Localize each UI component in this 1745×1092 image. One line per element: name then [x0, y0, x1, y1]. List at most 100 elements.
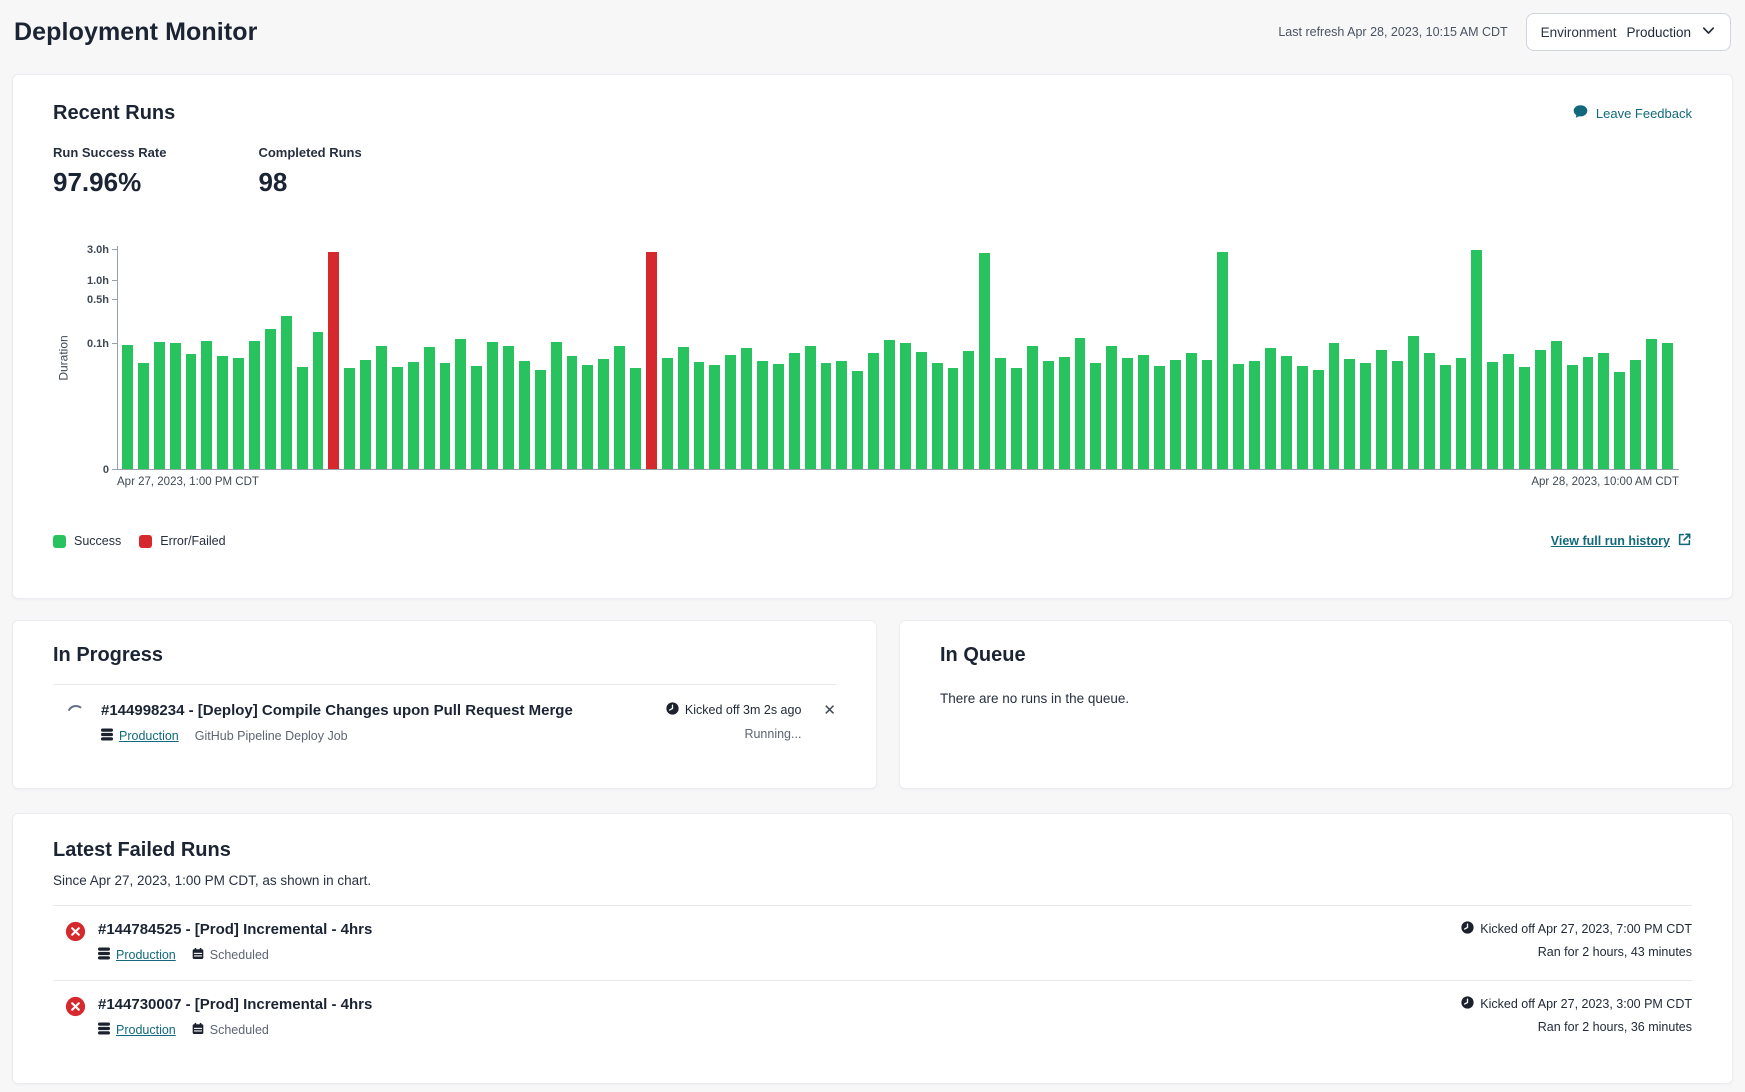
chart-bar-success[interactable]	[455, 339, 466, 469]
chart-bar-success[interactable]	[773, 364, 784, 469]
chart-bar-success[interactable]	[630, 368, 641, 469]
chart-bar-success[interactable]	[757, 361, 768, 469]
chart-bar-success[interactable]	[503, 346, 514, 469]
chart-bar-success[interactable]	[1075, 338, 1086, 469]
chart-bar-success[interactable]	[154, 342, 165, 469]
chart-bar-success[interactable]	[1202, 360, 1213, 469]
chart-bar-success[interactable]	[868, 353, 879, 469]
chart-bar-success[interactable]	[233, 358, 244, 469]
chart-bar-success[interactable]	[1424, 353, 1435, 469]
chart-bar-success[interactable]	[1090, 363, 1101, 469]
environment-link[interactable]: Production	[98, 1022, 176, 1038]
chart-bar-success[interactable]	[297, 367, 308, 469]
environment-link[interactable]: Production	[101, 728, 179, 744]
chart-bar-success[interactable]	[1313, 370, 1324, 469]
chart-bar-success[interactable]	[1217, 252, 1228, 469]
chart-bar-success[interactable]	[614, 346, 625, 469]
chart-bar-success[interactable]	[1106, 346, 1117, 469]
chart-bar-success[interactable]	[1551, 341, 1562, 469]
chart-bar-failed[interactable]	[328, 252, 339, 469]
chart-bar-success[interactable]	[1027, 346, 1038, 469]
chart-bar-success[interactable]	[932, 363, 943, 469]
chart-bar-success[interactable]	[201, 341, 212, 469]
chart-bar-success[interactable]	[535, 370, 546, 469]
chart-bar-success[interactable]	[1297, 366, 1308, 469]
chart-bar-success[interactable]	[709, 365, 720, 470]
chart-bar-success[interactable]	[360, 360, 371, 469]
chart-bar-success[interactable]	[725, 355, 736, 469]
chart-bar-success[interactable]	[694, 362, 705, 469]
chart-bar-success[interactable]	[1614, 372, 1625, 469]
chart-bar-success[interactable]	[1011, 368, 1022, 469]
chart-bar-success[interactable]	[1344, 359, 1355, 469]
chart-bar-success[interactable]	[1583, 357, 1594, 469]
chart-bar-success[interactable]	[1567, 365, 1578, 469]
chart-bar-success[interactable]	[408, 362, 419, 469]
chart-bar-success[interactable]	[963, 351, 974, 469]
chart-bar-success[interactable]	[1154, 366, 1165, 469]
chart-bar-success[interactable]	[916, 352, 927, 469]
chart-bar-success[interactable]	[249, 341, 260, 469]
chart-bar-success[interactable]	[789, 353, 800, 469]
chart-bar-success[interactable]	[186, 354, 197, 469]
chart-bar-failed[interactable]	[646, 252, 657, 469]
chart-bar-success[interactable]	[376, 346, 387, 469]
environment-dropdown[interactable]: Environment Production	[1526, 13, 1731, 51]
chart-bar-success[interactable]	[217, 356, 228, 469]
chart-bar-success[interactable]	[852, 371, 863, 469]
chart-bar-success[interactable]	[424, 347, 435, 469]
chart-bar-success[interactable]	[1646, 339, 1657, 469]
chart-bar-success[interactable]	[900, 343, 911, 469]
chart-bar-success[interactable]	[805, 346, 816, 469]
chart-bar-success[interactable]	[1138, 355, 1149, 469]
chart-bar-success[interactable]	[1519, 367, 1530, 469]
chart-bar-success[interactable]	[440, 363, 451, 469]
chart-bar-success[interactable]	[1122, 358, 1133, 469]
chart-bar-success[interactable]	[1535, 350, 1546, 469]
chart-bar-success[interactable]	[948, 368, 959, 469]
chart-bar-success[interactable]	[281, 316, 292, 469]
leave-feedback-link[interactable]: Leave Feedback	[1572, 104, 1692, 123]
chart-bar-success[interactable]	[313, 332, 324, 469]
chart-bar-success[interactable]	[265, 329, 276, 469]
chart-bar-success[interactable]	[1456, 358, 1467, 469]
environment-link[interactable]: Production	[98, 947, 176, 963]
close-icon[interactable]: ✕	[823, 703, 836, 718]
chart-bar-success[interactable]	[487, 342, 498, 469]
chart-bar-success[interactable]	[1043, 361, 1054, 469]
chart-bar-success[interactable]	[551, 342, 562, 469]
chart-bar-success[interactable]	[598, 359, 609, 469]
chart-bar-success[interactable]	[678, 347, 689, 469]
chart-bar-success[interactable]	[1281, 356, 1292, 469]
chart-bar-success[interactable]	[1408, 336, 1419, 469]
chart-bar-success[interactable]	[1440, 365, 1451, 470]
chart-bar-success[interactable]	[1170, 360, 1181, 469]
view-full-run-history-link[interactable]: View full run history	[1551, 532, 1692, 550]
chart-bar-success[interactable]	[821, 363, 832, 469]
chart-bar-success[interactable]	[567, 356, 578, 469]
chart-bar-success[interactable]	[519, 361, 530, 469]
chart-bar-success[interactable]	[1487, 362, 1498, 469]
chart-bar-success[interactable]	[1471, 250, 1482, 469]
chart-bar-success[interactable]	[1392, 361, 1403, 469]
chart-bar-success[interactable]	[1329, 343, 1340, 469]
chart-bar-success[interactable]	[1503, 354, 1514, 469]
chart-bar-success[interactable]	[741, 348, 752, 469]
chart-bar-success[interactable]	[170, 343, 181, 469]
chart-bar-success[interactable]	[836, 361, 847, 469]
chart-bar-success[interactable]	[1376, 350, 1387, 469]
chart-bar-success[interactable]	[582, 365, 593, 470]
chart-bar-success[interactable]	[392, 367, 403, 469]
chart-bar-success[interactable]	[1186, 353, 1197, 469]
chart-bar-success[interactable]	[138, 363, 149, 469]
chart-bar-success[interactable]	[995, 358, 1006, 469]
chart-bar-success[interactable]	[1360, 363, 1371, 469]
chart-bar-success[interactable]	[1598, 353, 1609, 469]
chart-bar-success[interactable]	[979, 253, 990, 469]
chart-bar-success[interactable]	[1662, 343, 1673, 469]
chart-bar-success[interactable]	[344, 368, 355, 469]
chart-bar-success[interactable]	[1059, 357, 1070, 469]
chart-bar-success[interactable]	[471, 366, 482, 469]
chart-bar-success[interactable]	[1233, 364, 1244, 469]
chart-bar-success[interactable]	[1265, 348, 1276, 469]
